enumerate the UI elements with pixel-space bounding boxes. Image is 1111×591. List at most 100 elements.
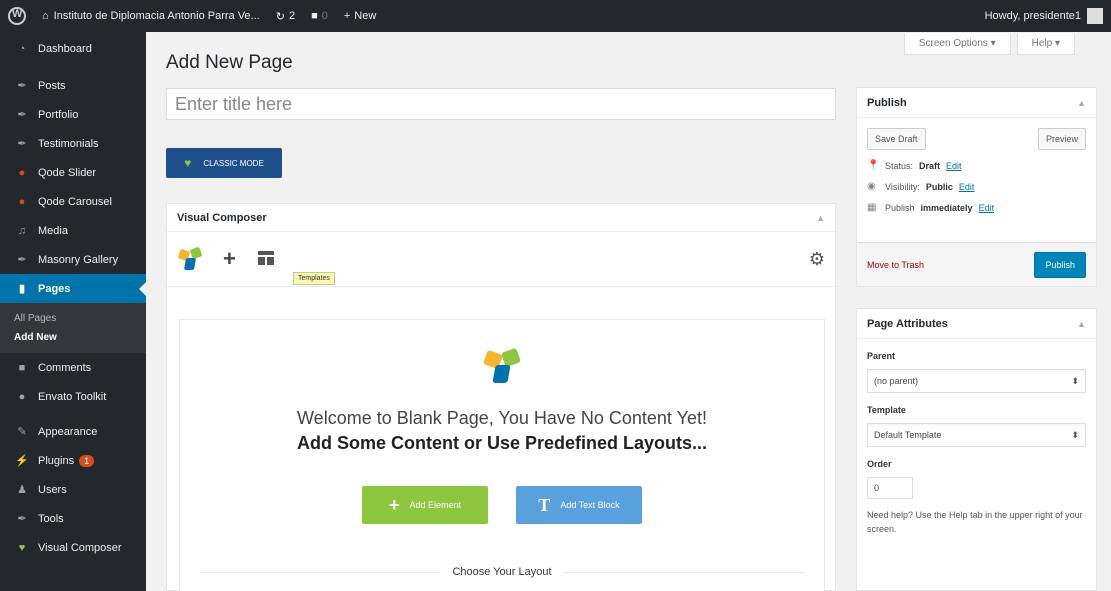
sidebar-item-qode-carousel[interactable]: ● Qode Carousel	[0, 187, 146, 216]
vc-empty-canvas: Welcome to Blank Page, You Have No Conte…	[179, 319, 825, 591]
pin-status-icon: 📍	[867, 160, 880, 171]
collapse-toggle-icon[interactable]: ▲	[1077, 319, 1086, 329]
publish-date-row: ▦ Publish immediately Edit	[867, 202, 995, 213]
visibility-row: ◉ Visibility: Public Edit	[867, 181, 975, 192]
edit-status-link[interactable]: Edit	[946, 161, 962, 171]
help-button[interactable]: Help ▾	[1016, 33, 1075, 55]
sidebar-item-pages[interactable]: ▮ Pages	[0, 274, 146, 303]
sidebar-item-tools[interactable]: ✒ Tools	[0, 504, 146, 533]
parent-label: Parent	[867, 351, 896, 361]
sidebar-item-dashboard[interactable]: ◔ Dashboard	[0, 34, 146, 63]
pin-icon: ✒	[17, 109, 27, 121]
my-account-link[interactable]: Howdy, presidente1	[985, 8, 1111, 24]
templates-tooltip: Templates	[293, 272, 335, 285]
plugins-update-badge: 1	[79, 454, 95, 467]
media-icon: ♫	[17, 224, 27, 237]
parent-select[interactable]: (no parent) ⬍	[867, 369, 1086, 393]
help-text: Need help? Use the Help tab in the upper…	[867, 510, 1083, 534]
visual-composer-panel: Visual Composer ▲ + Templates ⚙ Welcome …	[166, 203, 836, 591]
wrench-icon: ✒	[17, 513, 27, 525]
add-element-button[interactable]: + Add Element	[362, 486, 488, 524]
vc-panel-header[interactable]: Visual Composer ▲	[167, 204, 835, 232]
updates-link[interactable]: ↻ 2	[268, 0, 303, 32]
site-name-link[interactable]: ⌂ Instituto de Diplomacia Antonio Parra …	[34, 0, 268, 32]
order-label: Order	[867, 459, 892, 469]
post-title-input[interactable]	[166, 88, 836, 120]
comments-icon: ■	[18, 361, 26, 374]
pin-icon: ✒	[17, 138, 27, 150]
templates-icon[interactable]	[257, 251, 274, 267]
publish-box: Publish ▲ Save Draft Preview 📍 Status: D…	[856, 87, 1097, 287]
sidebar-item-posts[interactable]: ✒ Posts	[0, 71, 146, 100]
screen-meta-links: Screen Options ▾ Help ▾	[903, 33, 1075, 55]
publish-button[interactable]: Publish	[1034, 251, 1086, 278]
template-select[interactable]: Default Template ⬍	[867, 423, 1086, 447]
plus-icon: +	[388, 494, 400, 515]
order-input[interactable]: 0	[867, 477, 913, 499]
vc-action-buttons: + Add Element T Add Text Block	[180, 486, 824, 524]
welcome-subheading: Add Some Content or Use Predefined Layou…	[296, 433, 708, 453]
vc-icon: ♥	[18, 541, 26, 554]
sidebar-item-qode-slider[interactable]: ● Qode Slider	[0, 158, 146, 187]
sidebar-item-testimonials[interactable]: ✒ Testimonials	[0, 129, 146, 158]
edit-visibility-link[interactable]: Edit	[959, 182, 975, 192]
sidebar-item-visual-composer[interactable]: ♥ Visual Composer	[0, 533, 146, 562]
page-attributes-header[interactable]: Page Attributes ▲	[857, 309, 1096, 339]
wordpress-logo-icon[interactable]	[0, 0, 34, 32]
new-content-link[interactable]: + New	[336, 0, 384, 32]
gear-icon[interactable]: ⚙	[809, 249, 825, 270]
pin-icon: ✒	[17, 254, 27, 266]
sidebar-item-appearance[interactable]: ✎ Appearance	[0, 417, 146, 446]
move-to-trash-link[interactable]: Move to Trash	[867, 260, 924, 270]
home-icon: ⌂	[42, 10, 49, 22]
select-arrows-icon: ⬍	[1071, 429, 1079, 440]
page-title: Add New Page	[166, 52, 293, 73]
vc-large-logo-icon	[482, 347, 522, 384]
collapse-toggle-icon[interactable]: ▲	[1077, 98, 1086, 108]
edit-date-link[interactable]: Edit	[979, 203, 995, 213]
slider-icon: ●	[18, 166, 26, 179]
sidebar-item-users[interactable]: ♟ Users	[0, 475, 146, 504]
page-attributes-box: Page Attributes ▲ Parent (no parent) ⬍ T…	[856, 308, 1097, 591]
sidebar-item-envato-toolkit[interactable]: ● Envato Toolkit	[0, 382, 146, 411]
choose-layout-heading: Choose Your Layout	[180, 566, 824, 578]
welcome-heading: Welcome to Blank Page, You Have No Conte…	[297, 408, 707, 428]
screen-options-button[interactable]: Screen Options ▾	[903, 33, 1011, 55]
vc-logo-icon[interactable]	[177, 246, 203, 270]
comment-icon: ■	[311, 10, 318, 22]
sidebar-item-plugins[interactable]: ⚡ Plugins 1	[0, 446, 146, 475]
preview-button[interactable]: Preview	[1037, 128, 1086, 150]
sidebar-item-media[interactable]: ♫ Media	[0, 216, 146, 245]
pages-submenu: All Pages Add New	[0, 303, 146, 353]
admin-bar: ⌂ Instituto de Diplomacia Antonio Parra …	[0, 0, 1111, 32]
pin-icon: ✒	[17, 80, 27, 92]
sidebar-item-comments[interactable]: ■ Comments	[0, 353, 146, 382]
admin-sidebar: ◔ Dashboard ✒ Posts ✒ Portfolio ✒ Testimonia…	[0, 32, 146, 591]
submenu-all-pages[interactable]: All Pages	[0, 309, 146, 328]
save-draft-button[interactable]: Save Draft	[867, 128, 926, 150]
eye-icon: ◉	[867, 181, 876, 192]
submenu-add-new[interactable]: Add New	[0, 328, 146, 347]
users-icon: ♟	[17, 484, 27, 496]
plugin-icon: ⚡	[15, 455, 29, 467]
plus-icon: +	[343, 10, 351, 22]
comments-link[interactable]: ■ 0	[303, 0, 336, 32]
carousel-icon: ●	[18, 195, 26, 208]
add-element-icon[interactable]: +	[223, 246, 236, 272]
publish-box-header[interactable]: Publish ▲	[857, 88, 1096, 118]
template-label: Template	[867, 405, 906, 415]
classic-mode-button[interactable]: ♥ CLASSIC MODE	[166, 148, 282, 178]
collapse-toggle-icon[interactable]: ▲	[816, 213, 825, 223]
sidebar-item-portfolio[interactable]: ✒ Portfolio	[0, 100, 146, 129]
text-icon: T	[538, 494, 551, 515]
add-text-block-button[interactable]: T Add Text Block	[516, 486, 642, 524]
vc-logo-icon: ♥	[184, 156, 192, 170]
refresh-icon: ↻	[275, 10, 285, 23]
status-row: 📍 Status: Draft Edit	[867, 160, 962, 171]
sidebar-item-masonry-gallery[interactable]: ✒ Masonry Gallery	[0, 245, 146, 274]
drop-icon: ●	[18, 390, 26, 403]
dashboard-icon: ◔	[18, 42, 26, 55]
publish-actions: Move to Trash Publish	[857, 242, 1096, 286]
vc-toolbar: + Templates ⚙	[167, 232, 835, 287]
avatar	[1087, 8, 1103, 24]
